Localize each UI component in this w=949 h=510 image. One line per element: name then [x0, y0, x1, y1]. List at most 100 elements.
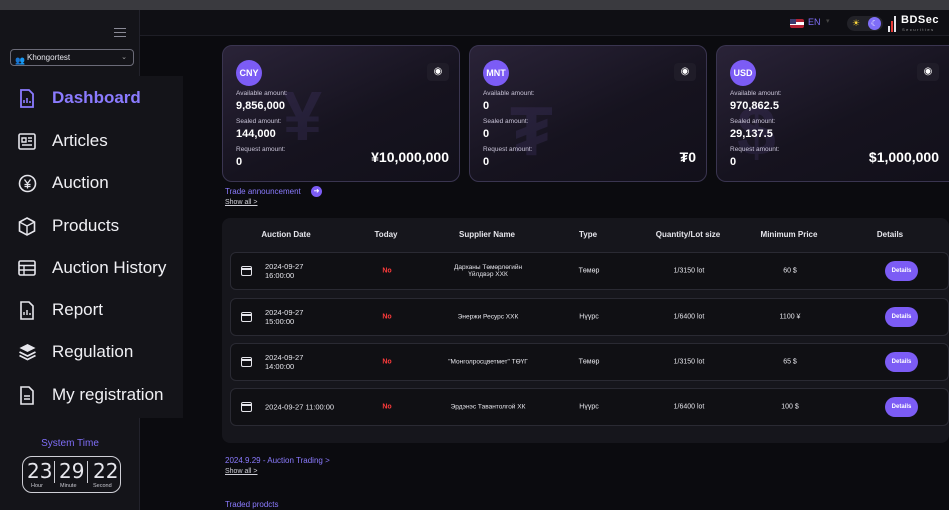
price-value: 100 $: [781, 403, 799, 411]
traded-products-title: Traded prodcts: [225, 500, 279, 509]
auction-date: 2024-09-27 14:00:00: [265, 353, 304, 371]
minute-label: Minute: [60, 483, 77, 489]
app-frame: EN ▾ ☀ ☾ BDSec Securities 👥 Khongortest …: [0, 10, 949, 510]
eye-icon[interactable]: ◉: [427, 63, 449, 81]
type-value: Нүүрс: [579, 313, 599, 321]
quantity-value: 1/6400 lot: [673, 313, 705, 321]
arrow-right-icon[interactable]: ➜: [311, 186, 322, 197]
auction-trading-title[interactable]: 2024.9.29 - Auction Trading >: [225, 456, 330, 465]
supplier-name: "Монголросцветмет" ТӨҮГ: [448, 358, 528, 366]
report-icon: [17, 300, 37, 320]
type-value: Нүүрс: [579, 403, 599, 411]
request-label: Request amount:: [236, 146, 286, 153]
total-amount: ₮0: [679, 149, 696, 165]
sidebar-item-products[interactable]: Products: [0, 205, 183, 247]
calendar-icon: [241, 402, 252, 412]
trade-announcement-show-all[interactable]: Show all >: [225, 199, 258, 206]
table-row[interactable]: 2024-09-27 14:00:00 No "Монголросцветмет"…: [230, 343, 949, 381]
price-value: 60 $: [783, 267, 797, 275]
quantity-value: 1/3150 lot: [673, 267, 705, 275]
moon-icon: ☾: [868, 17, 881, 30]
col-today: Today: [374, 230, 398, 239]
available-amount: 0: [483, 100, 490, 112]
brand-name: BDSec: [901, 14, 939, 26]
system-time: System Time 23 29 22 Hour Minute Second: [0, 438, 140, 493]
currency-badge: MNT: [483, 60, 509, 86]
sidebar-item-label: Articles: [52, 131, 108, 150]
table-row[interactable]: 2024-09-27 15:00:00 No Энержи Ресурс ХХК …: [230, 298, 949, 336]
registration-icon: [17, 385, 37, 405]
calendar-icon: [241, 266, 252, 276]
sidebar-menu: Dashboard Articles Auction Products Auct…: [0, 76, 183, 418]
currency-card-cny: ¥ CNY ◉ Available amount: 9,856,000 Seal…: [222, 45, 460, 182]
today-value: No: [382, 267, 392, 275]
currency-card-mnt: ₮ MNT ◉ Available amount: 0 Sealed amoun…: [469, 45, 707, 182]
top-bar: EN ▾ ☀ ☾ BDSec Securities: [0, 10, 949, 36]
sealed-label: Sealed amount:: [236, 118, 282, 125]
trade-announcement-title[interactable]: Trade announcement: [225, 187, 301, 196]
table-icon: [17, 258, 37, 278]
col-auction-date: Auction Date: [261, 230, 311, 239]
sidebar-item-my-registration[interactable]: My registration: [0, 374, 183, 416]
layers-icon: [17, 342, 37, 362]
sidebar-item-regulation[interactable]: Regulation: [0, 331, 183, 373]
sidebar-item-articles[interactable]: Articles: [0, 120, 183, 162]
price-value: 1100 ¥: [779, 313, 801, 321]
available-label: Available amount:: [730, 90, 782, 97]
currency-watermark: ₮: [510, 92, 553, 170]
calendar-icon: [241, 357, 252, 367]
sidebar-item-label: Products: [52, 216, 120, 235]
auction-date: 2024-09-27 15:00:00: [265, 308, 304, 326]
today-value: No: [382, 313, 392, 321]
total-amount: ¥10,000,000: [371, 149, 449, 165]
sidebar-item-report[interactable]: Report: [0, 289, 183, 331]
currency-badge: CNY: [236, 60, 262, 86]
available-amount: 9,856,000: [236, 100, 285, 112]
system-time-label: System Time: [41, 438, 99, 449]
details-button[interactable]: Details: [885, 261, 918, 281]
supplier-name: Эрдэнэс Тавантолгой ХК: [450, 403, 526, 411]
articles-icon: [17, 131, 37, 151]
logo-bars-icon: [888, 16, 898, 32]
clock-hour: 23: [27, 459, 53, 483]
col-supplier-name: Supplier Name: [458, 230, 516, 239]
available-label: Available amount:: [483, 90, 535, 97]
user-select[interactable]: 👥 Khongortest ⌄: [10, 49, 134, 66]
eye-icon[interactable]: ◉: [674, 63, 696, 81]
sidebar-item-auction-history[interactable]: Auction History: [0, 247, 183, 289]
chevron-down-icon: ⌄: [121, 54, 127, 61]
chevron-down-icon[interactable]: ▾: [826, 17, 830, 25]
table-row[interactable]: 2024-09-27 11:00:00 No Эрдэнэс Тавантолг…: [230, 388, 949, 426]
sidebar-item-label: Auction History: [52, 258, 167, 277]
eye-icon[interactable]: ◉: [917, 63, 939, 81]
table-row[interactable]: 2024-09-27 16:00:00 No Дарханы Төмөрлөгий…: [230, 252, 949, 290]
sidebar-item-auction[interactable]: Auction: [0, 162, 183, 204]
hour-label: Hour: [31, 483, 43, 489]
users-icon: 👥: [15, 56, 25, 65]
currency-card-usd: $ USD ◉ Available amount: 970,862.5 Seal…: [716, 45, 949, 182]
supplier-name: Дарханы Төмөрлөгийн Үйлдвэр ХХК: [453, 264, 523, 278]
second-label: Second: [93, 483, 112, 489]
brand-subtitle: Securities: [902, 27, 935, 32]
sidebar-item-dashboard[interactable]: Dashboard: [0, 77, 183, 119]
sealed-amount: 29,137.5: [730, 128, 773, 140]
request-label: Request amount:: [730, 146, 780, 153]
auction-table: Auction Date Today Supplier Name Type Qu…: [222, 218, 949, 443]
us-flag-icon[interactable]: [790, 19, 804, 28]
auction-trading-show-all[interactable]: Show all >: [225, 468, 258, 475]
menu-toggle-icon[interactable]: [114, 28, 126, 37]
language-select[interactable]: EN: [808, 17, 821, 27]
brand-logo: BDSec Securities: [888, 13, 948, 35]
auction-date: 2024-09-27 16:00:00: [265, 262, 304, 280]
request-label: Request amount:: [483, 146, 533, 153]
sealed-label: Sealed amount:: [483, 118, 529, 125]
calendar-icon: [241, 312, 252, 322]
request-amount: 0: [236, 156, 243, 168]
available-label: Available amount:: [236, 90, 288, 97]
details-button[interactable]: Details: [885, 397, 918, 417]
theme-toggle[interactable]: ☀ ☾: [847, 16, 883, 31]
products-box-icon: [17, 216, 37, 236]
details-button[interactable]: Details: [885, 307, 918, 327]
request-amount: 0: [730, 156, 737, 168]
details-button[interactable]: Details: [885, 352, 918, 372]
